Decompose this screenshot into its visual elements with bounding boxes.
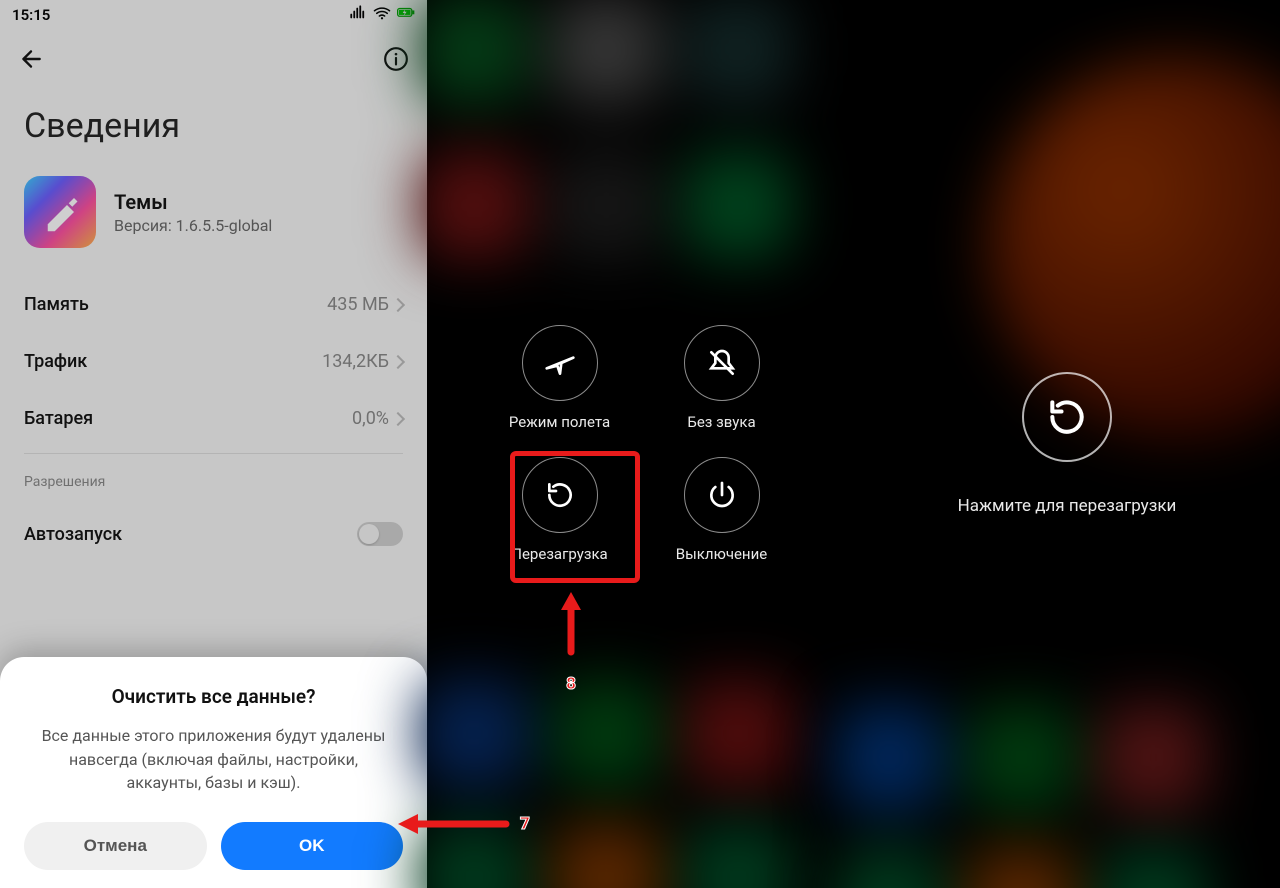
reboot-instruction: Нажмите для перезагрузки [958, 496, 1177, 516]
divider [24, 453, 403, 454]
annotation-step-7: 7 [394, 810, 530, 838]
clear-data-dialog: Очистить все данные? Все данные этого пр… [0, 657, 427, 888]
row-autostart[interactable]: Автозапуск [0, 504, 427, 564]
app-name: Темы [114, 190, 272, 214]
annotation-step-8: 8 [557, 590, 585, 694]
arrow-up-icon [557, 590, 585, 668]
option-label: Выключение [676, 545, 767, 563]
ok-button[interactable]: OK [221, 822, 404, 870]
row-value: 134,2КБ [322, 351, 389, 372]
option-silent[interactable]: Без звука [684, 325, 760, 431]
option-poweroff[interactable]: Выключение [676, 457, 767, 563]
dialog-title: Очистить все данные? [24, 685, 403, 708]
row-value: 435 МБ [327, 294, 389, 315]
row-label: Память [24, 294, 89, 315]
option-airplane[interactable]: Режим полета [509, 325, 610, 431]
back-icon[interactable] [18, 46, 44, 76]
app-icon-themes [24, 176, 96, 248]
cancel-button[interactable]: Отмена [24, 822, 207, 870]
annotation-highlight-reboot [510, 451, 640, 583]
section-permissions: Разрешения [0, 468, 427, 504]
silent-icon [684, 325, 760, 401]
dialog-buttons: Отмена OK [24, 822, 403, 870]
annotation-number: 8 [566, 674, 576, 694]
option-label: Без звука [687, 413, 755, 431]
dialog-message: Все данные этого приложения будут удален… [24, 724, 403, 794]
status-time: 15:15 [12, 6, 50, 24]
row-battery[interactable]: Батарея 0,0% [0, 390, 427, 447]
row-label: Автозапуск [24, 524, 122, 545]
airplane-icon [522, 325, 598, 401]
row-memory[interactable]: Память 435 МБ [0, 276, 427, 333]
power-icon [684, 457, 760, 533]
reboot-confirm-screen: Нажмите для перезагрузки [854, 0, 1280, 888]
app-row: Темы Версия: 1.6.5.5-global [0, 176, 427, 276]
row-label: Батарея [24, 408, 93, 429]
page-title: Сведения [0, 82, 427, 176]
power-menu-screen: Режим полета Без звука Перезагрузка Выкл… [427, 0, 854, 888]
option-label: Режим полета [509, 413, 610, 431]
row-label: Трафик [24, 351, 87, 372]
status-bar: 15:15 [0, 0, 427, 28]
app-info-screen: 15:15 Сведения [0, 0, 427, 888]
app-text: Темы Версия: 1.6.5.5-global [114, 190, 272, 235]
row-traffic[interactable]: Трафик 134,2КБ [0, 333, 427, 390]
arrow-left-icon [394, 810, 514, 838]
power-menu: Режим полета Без звука Перезагрузка Выкл… [427, 0, 854, 888]
annotation-number: 7 [520, 814, 530, 834]
signal-icon [349, 4, 367, 26]
reboot-confirm: Нажмите для перезагрузки [854, 0, 1280, 888]
app-version: Версия: 1.6.5.5-global [114, 216, 272, 235]
top-bar [0, 28, 427, 82]
reboot-icon[interactable] [1022, 372, 1112, 462]
